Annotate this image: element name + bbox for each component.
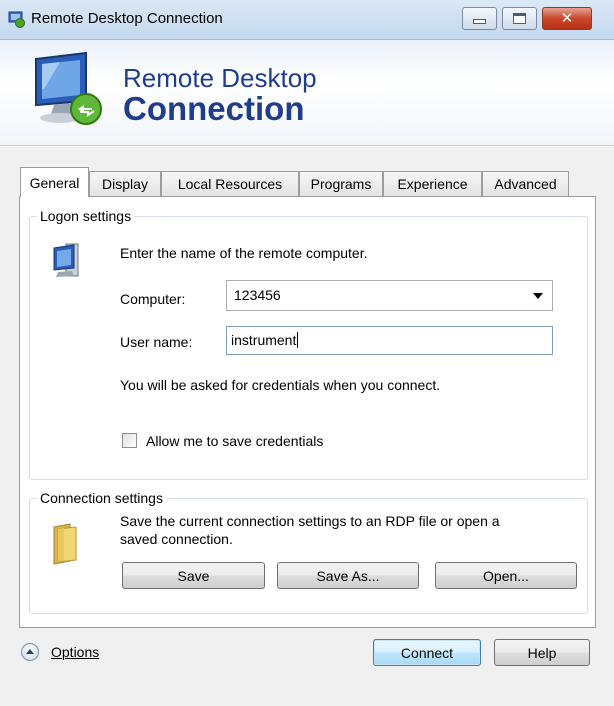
close-button[interactable]: ✕ <box>542 7 592 30</box>
text-caret <box>297 332 299 348</box>
close-icon: ✕ <box>560 9 574 27</box>
tab-local-resources[interactable]: Local Resources <box>161 171 299 196</box>
tab-display[interactable]: Display <box>89 171 161 196</box>
remote-desktop-monitor-icon <box>35 51 102 125</box>
tab-experience[interactable]: Experience <box>383 171 482 196</box>
dialog-body: General Display Local Resources Programs… <box>0 147 614 706</box>
minimize-button[interactable] <box>462 7 497 30</box>
save-credentials-checkbox[interactable] <box>122 433 137 448</box>
banner-title-line2: Connection <box>123 90 305 127</box>
logon-instruction: Enter the name of the remote computer. <box>120 245 368 261</box>
connect-button[interactable]: Connect <box>373 639 481 666</box>
logon-settings-label: Logon settings <box>37 208 135 224</box>
chevron-down-icon[interactable] <box>533 293 543 299</box>
credentials-note: You will be asked for credentials when y… <box>120 377 441 393</box>
save-credentials-label[interactable]: Allow me to save credentials <box>146 433 323 449</box>
tab-advanced[interactable]: Advanced <box>482 171 569 196</box>
maximize-button[interactable] <box>502 7 537 30</box>
save-as-button[interactable]: Save As... <box>277 562 419 589</box>
minimize-icon <box>473 19 486 24</box>
remote-desktop-icon <box>8 11 25 28</box>
connection-description-line2: saved connection. <box>120 531 233 547</box>
logon-settings-group: Logon settings Enter the name of the rem… <box>29 208 588 480</box>
tab-panel-general: Logon settings Enter the name of the rem… <box>19 196 596 628</box>
connection-settings-label: Connection settings <box>37 490 166 506</box>
tab-general[interactable]: General <box>20 167 89 197</box>
tab-programs[interactable]: Programs <box>299 171 383 196</box>
maximize-icon <box>513 13 526 24</box>
username-label: User name: <box>120 334 193 350</box>
username-value: instrument <box>231 332 297 348</box>
open-button[interactable]: Open... <box>435 562 577 589</box>
options-link[interactable]: Options <box>51 644 99 660</box>
folder-icon <box>53 523 77 565</box>
save-button[interactable]: Save <box>122 562 265 589</box>
title-bar: Remote Desktop Connection ✕ <box>0 0 614 40</box>
connection-settings-group: Connection settings Save the current con… <box>29 490 588 614</box>
help-button[interactable]: Help <box>494 639 590 666</box>
window-title: Remote Desktop Connection <box>31 10 223 27</box>
username-input[interactable]: instrument <box>226 326 553 355</box>
computer-combobox[interactable]: 123456 <box>226 280 553 311</box>
computer-icon <box>53 243 79 277</box>
computer-label: Computer: <box>120 291 186 307</box>
header-banner: Remote Desktop Connection <box>0 40 614 146</box>
chevron-up-circle-icon[interactable] <box>21 643 39 661</box>
computer-value: 123456 <box>234 287 281 303</box>
connection-description-line1: Save the current connection settings to … <box>120 513 500 529</box>
